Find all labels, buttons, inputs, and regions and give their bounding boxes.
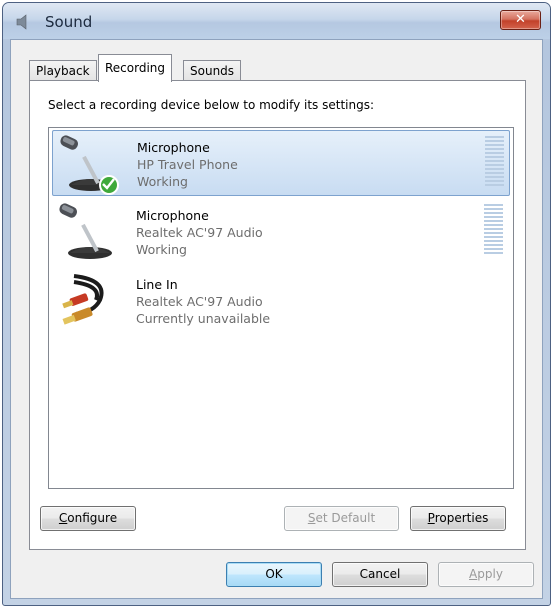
tab-recording[interactable]: Recording bbox=[98, 54, 173, 82]
device-description: Realtek AC'97 Audio bbox=[136, 294, 263, 309]
speaker-icon bbox=[16, 14, 27, 30]
title-bar[interactable]: Sound ✕ bbox=[3, 3, 550, 39]
recording-device-list[interactable]: Microphone HP Travel Phone Working Micro… bbox=[48, 127, 514, 489]
device-name: Line In bbox=[136, 277, 178, 292]
apply-label: pply bbox=[477, 567, 503, 581]
dialog-client-area: Playback Recording Sounds Select a recor… bbox=[10, 39, 543, 599]
set-default-label: et Default bbox=[315, 511, 376, 525]
device-name: Microphone bbox=[136, 208, 209, 223]
device-description: Realtek AC'97 Audio bbox=[136, 225, 263, 240]
device-status: Working bbox=[137, 174, 188, 189]
tab-sounds[interactable]: Sounds bbox=[183, 60, 242, 81]
properties-accel: P bbox=[427, 511, 435, 525]
cancel-button[interactable]: Cancel bbox=[332, 562, 428, 587]
microphone-icon bbox=[59, 203, 112, 259]
tab-playback[interactable]: Playback bbox=[29, 60, 97, 81]
configure-button[interactable]: Configure bbox=[40, 506, 136, 531]
properties-button[interactable]: Properties bbox=[410, 506, 506, 531]
device-item-realtek-microphone[interactable]: Microphone Realtek AC'97 Audio Working bbox=[52, 199, 510, 265]
ok-button[interactable]: OK bbox=[226, 562, 322, 587]
level-meter bbox=[484, 204, 503, 256]
level-meter bbox=[485, 136, 504, 188]
device-item-hp-travel-phone[interactable]: Microphone HP Travel Phone Working bbox=[52, 130, 510, 196]
set-default-button[interactable]: Set Default bbox=[284, 506, 399, 531]
device-status: Currently unavailable bbox=[136, 311, 271, 326]
apply-button[interactable]: Apply bbox=[438, 562, 534, 587]
device-status: Working bbox=[136, 242, 187, 257]
device-name: Microphone bbox=[137, 140, 210, 155]
line-in-cable-icon bbox=[62, 274, 104, 325]
device-item-line-in[interactable]: Line In Realtek AC'97 Audio Currently un… bbox=[52, 268, 510, 334]
sound-dialog-window: Sound ✕ Playback Recording Sounds Select… bbox=[2, 2, 551, 606]
device-description: HP Travel Phone bbox=[137, 157, 238, 172]
configure-label: onfigure bbox=[67, 511, 118, 525]
instruction-text: Select a recording device below to modif… bbox=[48, 98, 375, 112]
properties-label: roperties bbox=[434, 511, 489, 525]
recording-tab-panel: Select a recording device below to modif… bbox=[29, 80, 526, 550]
default-check-icon bbox=[102, 178, 115, 190]
window-title: Sound bbox=[45, 13, 93, 31]
close-button[interactable]: ✕ bbox=[500, 10, 541, 30]
